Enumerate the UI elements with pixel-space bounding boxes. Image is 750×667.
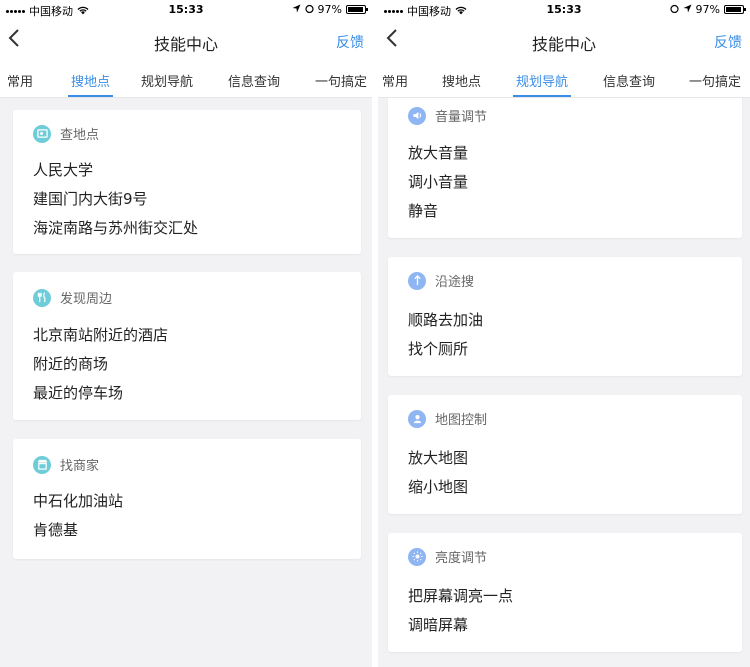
nav-bar: 技能中心 反馈 <box>378 20 750 60</box>
card-title: 亮度调节 <box>435 551 488 566</box>
status-bar: 中国移动 15:33 97% <box>378 0 750 20</box>
skill-card-map-control: 地图控制 放大地图 缩小地图 <box>388 395 742 514</box>
nav-bar: 技能中心 反馈 <box>0 20 372 60</box>
tab-bar: 常用 搜地点 规划导航 信息查询 一句搞定 <box>378 60 750 98</box>
tab-search-place[interactable]: 搜地点 <box>442 71 481 90</box>
example-command[interactable]: 静音 <box>408 200 438 221</box>
skill-card-brightness: 亮度调节 把屏幕调亮一点 调暗屏幕 <box>388 533 742 652</box>
card-title: 发现周边 <box>60 292 113 307</box>
fork-knife-icon <box>33 288 51 307</box>
phone-screen-left: 中国移动 15:33 97% 技能中心 反馈 常用 搜地点 规划导航 信息查询 <box>0 0 372 667</box>
card-title: 找商家 <box>60 459 100 474</box>
tab-common[interactable]: 常用 <box>382 71 408 90</box>
example-command[interactable]: 人民大学 <box>33 159 93 180</box>
feedback-button[interactable]: 反馈 <box>336 32 364 52</box>
brightness-icon <box>408 547 426 566</box>
tab-common[interactable]: 常用 <box>7 71 33 90</box>
tab-one-sentence[interactable]: 一句搞定 <box>689 71 741 90</box>
example-command[interactable]: 缩小地图 <box>408 476 468 497</box>
tab-search-place[interactable]: 搜地点 <box>67 71 114 97</box>
card-title: 音量调节 <box>435 110 488 125</box>
tab-bar: 常用 搜地点 规划导航 信息查询 一句搞定 <box>0 60 372 98</box>
battery-icon <box>346 5 368 14</box>
skill-card-along-route: 沿途搜 顺路去加油 找个厕所 <box>388 257 742 376</box>
skill-card-find-business: 找商家 中石化加油站 肯德基 <box>13 439 361 559</box>
status-bar: 中国移动 15:33 97% <box>0 0 372 20</box>
battery-percent: 97% <box>317 3 342 16</box>
example-command[interactable]: 放大地图 <box>408 447 468 468</box>
search-location-icon <box>33 124 51 143</box>
example-command[interactable]: 附近的商场 <box>33 353 108 374</box>
example-command[interactable]: 北京南站附近的酒店 <box>33 324 168 345</box>
page-title: 技能中心 <box>531 35 596 54</box>
alarm-icon <box>669 3 679 16</box>
feedback-button[interactable]: 反馈 <box>714 32 742 52</box>
card-title: 沿途搜 <box>435 275 475 290</box>
example-command[interactable]: 中石化加油站 <box>33 490 123 511</box>
example-command[interactable]: 把屏幕调亮一点 <box>408 585 513 606</box>
skill-card-nearby: 发现周边 北京南站附近的酒店 附近的商场 最近的停车场 <box>13 272 361 420</box>
example-command[interactable]: 最近的停车场 <box>33 382 123 403</box>
phone-screen-right: 中国移动 15:33 97% 技能中心 反馈 常用 搜地点 规划导航 信息查询 <box>378 0 750 667</box>
example-command[interactable]: 放大音量 <box>408 142 468 163</box>
tab-route-navigation[interactable]: 规划导航 <box>512 71 572 97</box>
battery-icon <box>724 5 746 14</box>
tab-info-query[interactable]: 信息查询 <box>603 71 655 90</box>
page-title: 技能中心 <box>153 35 218 54</box>
skill-card-search-place: 查地点 人民大学 建国门内大街9号 海淀南路与苏州街交汇处 <box>13 110 361 254</box>
alarm-icon <box>304 3 314 16</box>
route-icon <box>408 271 426 290</box>
example-command[interactable]: 顺路去加油 <box>408 309 483 330</box>
example-command[interactable]: 建国门内大街9号 <box>33 188 148 209</box>
example-command[interactable]: 调小音量 <box>408 171 468 192</box>
tab-route-navigation[interactable]: 规划导航 <box>141 71 193 90</box>
skill-card-volume: 音量调节 放大音量 调小音量 静音 <box>388 98 742 238</box>
example-command[interactable]: 调暗屏幕 <box>408 614 468 635</box>
location-icon <box>292 3 301 16</box>
example-command[interactable]: 找个厕所 <box>408 338 468 359</box>
battery-percent: 97% <box>695 3 720 16</box>
example-command[interactable]: 海淀南路与苏州街交汇处 <box>33 217 198 238</box>
card-title: 地图控制 <box>435 413 488 428</box>
location-icon <box>683 3 692 16</box>
store-icon <box>33 455 51 474</box>
card-title: 查地点 <box>60 128 100 143</box>
tab-one-sentence[interactable]: 一句搞定 <box>315 71 367 90</box>
map-control-icon <box>408 409 426 428</box>
tab-info-query[interactable]: 信息查询 <box>228 71 280 90</box>
volume-icon <box>408 106 426 125</box>
example-command[interactable]: 肯德基 <box>33 519 78 540</box>
